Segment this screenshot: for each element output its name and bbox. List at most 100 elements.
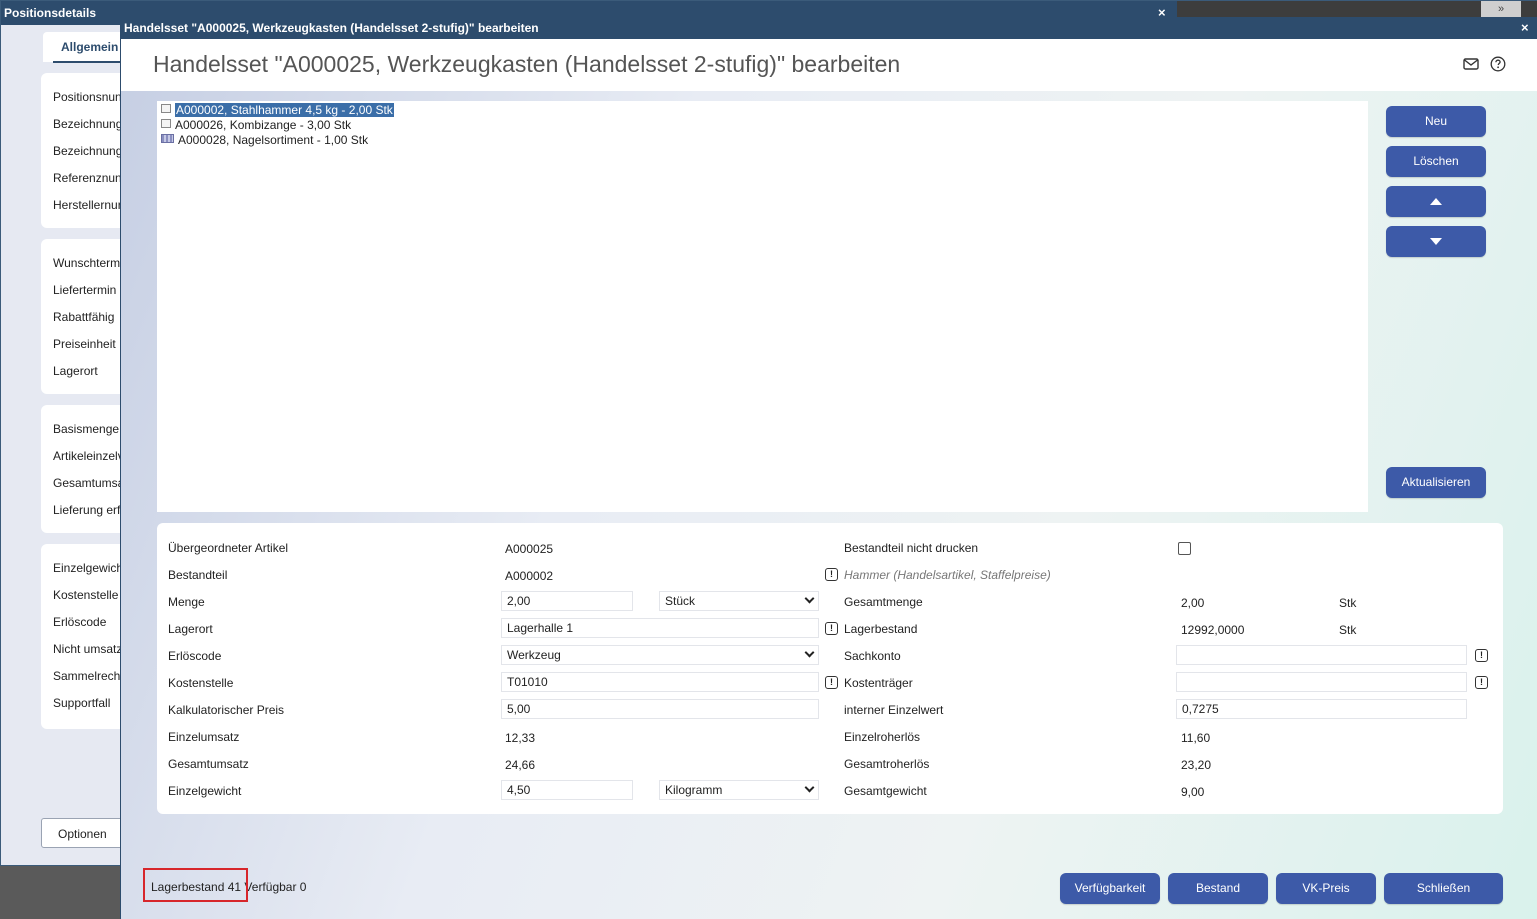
no-print-checkbox[interactable]: [1178, 542, 1191, 555]
bg-label: Lieferung erf: [53, 503, 121, 517]
cost-center-input[interactable]: T01010: [501, 672, 819, 692]
total-gross-profit-label: Gesamtroherlös: [844, 757, 930, 771]
bg-label: Preiseinheit: [53, 337, 116, 351]
bg-label: Bezeichnung: [53, 117, 123, 131]
storage-input[interactable]: Lagerhalle 1: [501, 618, 819, 638]
weight-unit-value: Kilogramm: [665, 783, 723, 797]
bg-label: Kostenstelle: [53, 588, 119, 602]
bg-label: Wunschterm: [53, 256, 121, 270]
chevron-down-icon: [804, 782, 815, 793]
info-icon[interactable]: !: [1475, 649, 1488, 662]
stock-unit: Stk: [1339, 623, 1357, 637]
revenue-code-select[interactable]: Werkzeug: [501, 645, 819, 665]
options-button-label: Optionen: [58, 827, 107, 841]
dialog-heading: Handelsset "A000025, Werkzeugkasten (Han…: [153, 51, 901, 77]
revenue-code-value: Werkzeug: [507, 648, 561, 662]
total-weight-value: 9,00: [1181, 785, 1205, 799]
tree-item-label: A000028, Nagelsortiment - 1,00 Stk: [178, 133, 369, 147]
move-up-button[interactable]: [1386, 186, 1486, 217]
dialog-titlebar: Handelsset "A000025, Werkzeugkasten (Han…: [121, 17, 1537, 39]
arrow-down-icon: [1430, 238, 1442, 246]
delete-button[interactable]: Löschen: [1386, 146, 1486, 177]
info-icon[interactable]: !: [1475, 676, 1488, 689]
bg-label: Rabattfähig: [53, 310, 115, 324]
weight-unit-select[interactable]: Kilogramm: [659, 780, 819, 800]
chevron-down-icon: [804, 647, 815, 658]
move-down-button[interactable]: [1386, 226, 1486, 257]
parent-article-value: A000025: [505, 542, 554, 556]
revenue-code-label: Erlöscode: [168, 649, 222, 663]
unit-revenue-label: Einzelumsatz: [168, 730, 240, 744]
info-icon[interactable]: !: [825, 622, 838, 635]
article-icon: [161, 119, 171, 128]
component-value: A000002: [505, 569, 554, 583]
account-label: Sachkonto: [844, 649, 901, 663]
article-icon: [161, 104, 171, 113]
refresh-button[interactable]: Aktualisieren: [1386, 467, 1486, 498]
expand-chevron-icon[interactable]: »: [1481, 1, 1521, 17]
info-icon[interactable]: !: [825, 676, 838, 689]
quantity-unit-value: Stück: [665, 594, 696, 608]
availability-button[interactable]: Verfügbarkeit: [1060, 873, 1160, 904]
component-form: Übergeordneter Artikel A000025 Bestandte…: [157, 523, 1503, 814]
total-revenue-value: 24,66: [505, 758, 536, 772]
total-quantity-value: 2,00: [1181, 596, 1205, 610]
tree-item[interactable]: A000002, Stahlhammer 4,5 kg - 2,00 Stk: [161, 103, 394, 118]
calc-price-label: Kalkulatorischer Preis: [168, 703, 285, 717]
set-icon: [161, 134, 174, 143]
bg-label: Supportfall: [53, 696, 111, 710]
total-revenue-label: Gesamtumsatz: [168, 757, 249, 771]
stock-value: 12992,0000: [1181, 623, 1245, 637]
mail-icon[interactable]: [1463, 57, 1479, 71]
bg-label: Einzelgewich: [53, 561, 124, 575]
quantity-unit-select[interactable]: Stück: [659, 591, 819, 611]
unit-gross-profit-label: Einzelroherlös: [844, 730, 921, 744]
tree-item[interactable]: A000026, Kombizange - 3,00 Stk: [161, 118, 351, 133]
bg-label: Herstellernur: [53, 198, 122, 212]
info-icon[interactable]: !: [825, 568, 838, 581]
tree-item-label: A000002, Stahlhammer 4,5 kg - 2,00 Stk: [175, 103, 394, 117]
unit-gross-profit-value: 11,60: [1181, 731, 1211, 745]
total-quantity-unit: Stk: [1339, 596, 1357, 610]
new-button[interactable]: Neu: [1386, 106, 1486, 137]
unit-revenue-value: 12,33: [505, 731, 536, 745]
close-button[interactable]: Schließen: [1384, 873, 1503, 904]
help-icon[interactable]: [1490, 56, 1506, 72]
bg-label: Lagerort: [53, 364, 98, 378]
no-print-label: Bestandteil nicht drucken: [844, 541, 979, 555]
unit-weight-label: Einzelgewicht: [168, 784, 242, 798]
total-weight-label: Gesamtgewicht: [844, 784, 927, 798]
sales-price-button[interactable]: VK-Preis: [1276, 873, 1376, 904]
tree-item-label: A000026, Kombizange - 3,00 Stk: [175, 118, 352, 132]
highlight-box: [143, 868, 248, 902]
internal-unit-value-input[interactable]: 0,7275: [1176, 699, 1467, 719]
bg-label: Bezeichnung: [53, 144, 123, 158]
component-tree[interactable]: A000002, Stahlhammer 4,5 kg - 2,00 Stk A…: [157, 101, 1368, 512]
stock-button[interactable]: Bestand: [1168, 873, 1268, 904]
component-label: Bestandteil: [168, 568, 228, 582]
tab-allgemein-label: Allgemein: [61, 40, 119, 54]
total-quantity-label: Gesamtmenge: [844, 595, 923, 609]
bg-label: Nicht umsatz: [53, 642, 123, 656]
available-status: Verfügbar 0: [244, 880, 307, 894]
account-input[interactable]: [1176, 645, 1467, 665]
arrow-up-icon: [1430, 198, 1442, 206]
component-description: Hammer (Handelsartikel, Staffelpreise): [844, 568, 1051, 582]
cost-unit-label: Kostenträger: [844, 676, 913, 690]
bg-label: Artikeleinzelv: [53, 449, 124, 463]
tree-item[interactable]: A000028, Nagelsortiment - 1,00 Stk: [161, 133, 368, 148]
bg-label: Sammelrech: [53, 669, 121, 683]
parent-article-label: Übergeordneter Artikel: [168, 541, 289, 555]
calc-price-input[interactable]: 5,00: [501, 699, 819, 719]
bg-label: Gesamtumsa: [53, 476, 125, 490]
quantity-input[interactable]: 2,00: [501, 591, 633, 611]
bg-label: Positionsnun: [53, 90, 122, 104]
dialog-close-icon[interactable]: ×: [1521, 20, 1529, 36]
cost-unit-input[interactable]: [1176, 672, 1467, 692]
bg-label: Basismenge: [53, 422, 120, 436]
chevron-down-icon: [804, 593, 815, 604]
storage-label: Lagerort: [168, 622, 213, 636]
unit-weight-input[interactable]: 4,50: [501, 780, 633, 800]
dialog-header: Handelsset "A000025, Werkzeugkasten (Han…: [121, 39, 1537, 91]
total-gross-profit-value: 23,20: [1181, 758, 1212, 772]
